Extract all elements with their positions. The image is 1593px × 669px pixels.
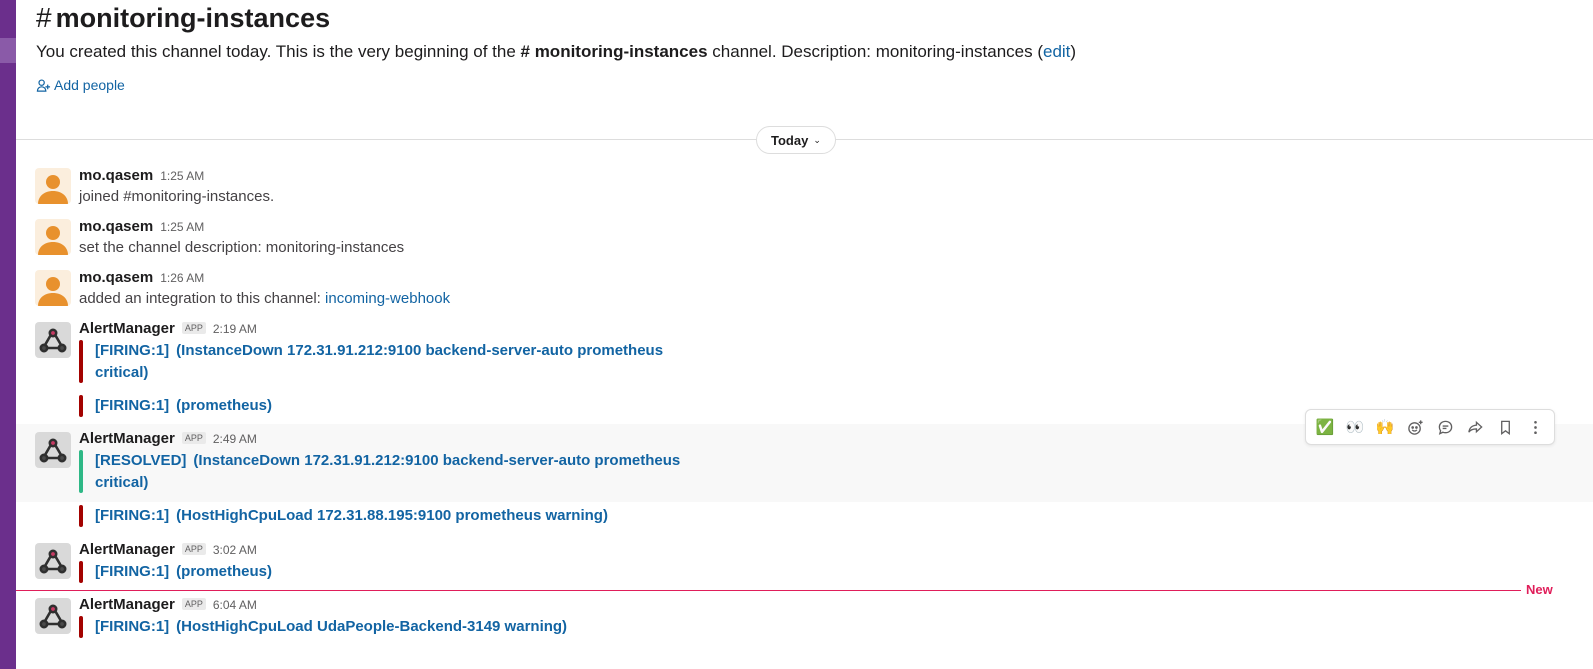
- alert-summary: (InstanceDown 172.31.91.212:9100 backend…: [176, 342, 664, 359]
- user-avatar[interactable]: [35, 270, 71, 306]
- alert-summary: (prometheus): [176, 397, 273, 414]
- channel-name: monitoring-instances: [55, 2, 331, 33]
- bookmark-icon[interactable]: [1492, 414, 1518, 440]
- message-text-prefix: added an integration to this channel:: [79, 290, 321, 307]
- message-text: added an integration to this channel: in…: [79, 290, 450, 307]
- alert-summary: (HostHighCpuLoad UdaPeople-Backend-3149 …: [176, 618, 568, 635]
- message-author[interactable]: mo.qasem: [79, 269, 153, 286]
- alert-attachment[interactable]: [FIRING:1] (HostHighCpuLoad 172.31.88.195…: [79, 505, 608, 527]
- intro-channel-name: # monitoring-instances: [520, 42, 708, 61]
- new-messages-divider: [16, 590, 1521, 591]
- message-text: joined #monitoring-instances.: [79, 188, 275, 205]
- alert-title-link[interactable]: [RESOLVED] (InstanceDown 172.31.91.212:91…: [95, 450, 680, 493]
- new-messages-label: New: [1526, 582, 1553, 597]
- check-mark-emoji-icon[interactable]: ✅: [1312, 414, 1338, 440]
- channel-title: # monitoring-instances: [36, 0, 330, 36]
- raised-hands-emoji-icon[interactable]: 🙌: [1372, 414, 1398, 440]
- message-timestamp[interactable]: 6:04 AM: [213, 598, 257, 612]
- app-badge: APP: [181, 322, 206, 334]
- workspace-sidebar-edge: [0, 0, 16, 669]
- alert-attachment[interactable]: [RESOLVED] (InstanceDown 172.31.91.212:91…: [79, 450, 680, 493]
- message-author[interactable]: mo.qasem: [79, 218, 153, 235]
- alert-status: [FIRING:1]: [95, 563, 170, 580]
- channel-view: # monitoring-instances You created this …: [16, 0, 1593, 669]
- alert-status: [FIRING:1]: [95, 618, 170, 635]
- add-people-label: Add people: [54, 77, 125, 93]
- alert-attachment[interactable]: [FIRING:1] (HostHighCpuLoad UdaPeople-Bac…: [79, 616, 567, 638]
- alert-status: [FIRING:1]: [95, 342, 170, 359]
- attachment-color-bar: [79, 505, 83, 527]
- day-label: Today: [771, 132, 809, 148]
- alert-attachment[interactable]: [FIRING:1] (InstanceDown 172.31.91.212:91…: [79, 340, 663, 383]
- alert-summary-cont: critical): [95, 473, 149, 491]
- add-people-button[interactable]: Add people: [36, 77, 125, 93]
- message-author[interactable]: AlertManager: [79, 320, 175, 337]
- message-author[interactable]: AlertManager: [79, 541, 175, 558]
- reply-in-thread-icon[interactable]: [1432, 414, 1458, 440]
- alert-status: [RESOLVED]: [95, 452, 187, 469]
- intro-text-prefix: You created this channel today. This is …: [36, 42, 516, 61]
- edit-description-link[interactable]: edit: [1043, 42, 1070, 61]
- channel-intro: You created this channel today. This is …: [36, 42, 1076, 62]
- attachment-color-bar: [79, 616, 83, 638]
- add-reaction-icon[interactable]: [1402, 414, 1428, 440]
- channel-hash-icon: #: [36, 2, 52, 33]
- attachment-color-bar: [79, 395, 83, 417]
- app-badge: APP: [181, 543, 206, 555]
- alert-attachment[interactable]: [FIRING:1] (prometheus): [79, 395, 272, 417]
- message-author[interactable]: mo.qasem: [79, 167, 153, 184]
- user-avatar[interactable]: [35, 219, 71, 255]
- webhook-avatar[interactable]: [35, 543, 71, 579]
- message-timestamp[interactable]: 1:25 AM: [160, 169, 204, 183]
- webhook-avatar[interactable]: [35, 598, 71, 634]
- add-person-icon: [36, 78, 51, 92]
- alert-title-link[interactable]: [FIRING:1] (prometheus): [95, 395, 272, 417]
- alert-attachment[interactable]: [FIRING:1] (prometheus): [79, 561, 272, 583]
- alert-summary: (HostHighCpuLoad 172.31.88.195:9100 prom…: [176, 507, 608, 524]
- alert-title-link[interactable]: [FIRING:1] (prometheus): [95, 561, 272, 583]
- alert-status: [FIRING:1]: [95, 507, 170, 524]
- message-timestamp[interactable]: 1:26 AM: [160, 271, 204, 285]
- more-actions-icon[interactable]: [1522, 414, 1548, 440]
- message-author[interactable]: AlertManager: [79, 430, 175, 447]
- intro-text-suffix: channel. Description: monitoring-instanc…: [712, 42, 1043, 61]
- alert-status: [FIRING:1]: [95, 397, 170, 414]
- webhook-avatar[interactable]: [35, 322, 71, 358]
- alert-title-link[interactable]: [FIRING:1] (InstanceDown 172.31.91.212:91…: [95, 340, 663, 383]
- intro-close-paren: ): [1070, 42, 1077, 61]
- alert-summary: (InstanceDown 172.31.91.212:9100 backend…: [193, 452, 681, 469]
- forward-message-icon[interactable]: [1462, 414, 1488, 440]
- attachment-color-bar: [79, 340, 83, 383]
- message-timestamp[interactable]: 2:49 AM: [213, 432, 257, 446]
- integration-link[interactable]: incoming-webhook: [325, 290, 450, 307]
- message-timestamp[interactable]: 3:02 AM: [213, 543, 257, 557]
- attachment-color-bar: [79, 450, 83, 493]
- message-timestamp[interactable]: 2:19 AM: [213, 322, 257, 336]
- alert-summary: (prometheus): [176, 563, 273, 580]
- message-timestamp[interactable]: 1:25 AM: [160, 220, 204, 234]
- message-text: set the channel description: monitoring-…: [79, 239, 405, 256]
- webhook-avatar[interactable]: [35, 432, 71, 468]
- alert-title-link[interactable]: [FIRING:1] (HostHighCpuLoad 172.31.88.195…: [95, 505, 608, 527]
- sidebar-active-indicator: [0, 38, 16, 63]
- chevron-down-icon: ⌄: [813, 134, 821, 145]
- alert-summary-cont: critical): [95, 363, 149, 381]
- eyes-emoji-icon[interactable]: 👀: [1342, 414, 1368, 440]
- app-badge: APP: [181, 432, 206, 444]
- user-avatar[interactable]: [35, 168, 71, 204]
- message-author[interactable]: AlertManager: [79, 596, 175, 613]
- alert-title-link[interactable]: [FIRING:1] (HostHighCpuLoad UdaPeople-Bac…: [95, 616, 567, 638]
- day-jump-button[interactable]: Today ⌄: [756, 126, 836, 154]
- app-badge: APP: [181, 598, 206, 610]
- attachment-color-bar: [79, 561, 83, 583]
- message-actions-toolbar: ✅ 👀 🙌: [1305, 409, 1555, 445]
